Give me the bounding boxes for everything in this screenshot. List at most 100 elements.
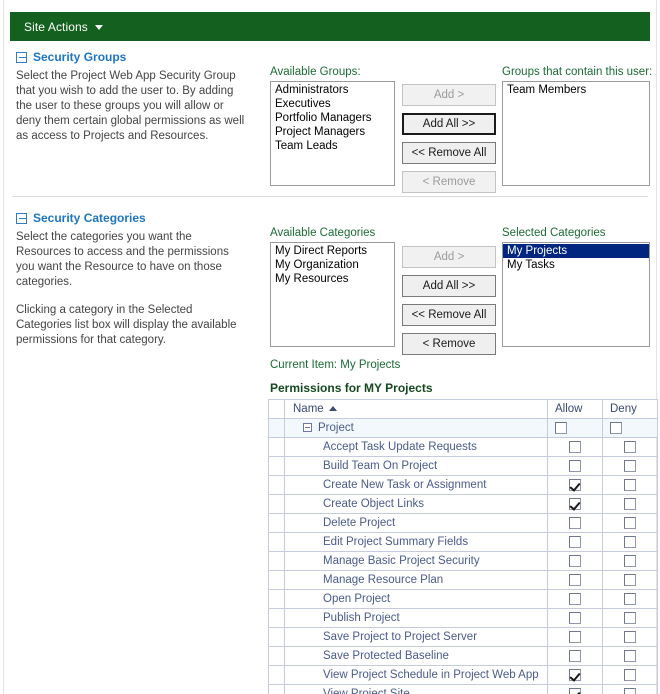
collapse-icon[interactable] [16, 51, 27, 63]
list-item[interactable]: My Direct Reports [273, 244, 394, 258]
checkbox-cell[interactable] [602, 437, 658, 457]
list-item[interactable]: Team Members [505, 83, 649, 97]
checkbox-icon[interactable] [624, 459, 636, 472]
permission-name-cell[interactable]: Create Object Links [284, 494, 548, 514]
checkbox-cell[interactable] [602, 627, 658, 647]
checkbox-icon[interactable] [624, 649, 636, 662]
checkbox-cell[interactable] [602, 589, 658, 609]
checkbox-icon[interactable] [569, 535, 581, 548]
list-item[interactable]: My Tasks [503, 258, 649, 272]
checkbox-cell[interactable] [602, 513, 658, 533]
checkbox-cell[interactable] [602, 551, 658, 571]
permission-name-cell[interactable]: Build Team On Project [284, 456, 548, 476]
checkbox-icon[interactable] [624, 497, 636, 510]
checkbox-icon[interactable] [569, 516, 581, 529]
checkbox-icon[interactable] [624, 554, 636, 567]
permission-name-cell[interactable]: Save Protected Baseline [284, 646, 548, 666]
collapse-icon[interactable] [303, 423, 312, 433]
list-item[interactable]: My Resources [273, 272, 394, 286]
table-row[interactable]: View Project Site [268, 684, 658, 694]
permission-name-cell[interactable]: Save Project to Project Server [284, 627, 548, 647]
add-all-groups-button[interactable]: Add All >> [402, 113, 496, 135]
permission-name-cell[interactable]: Publish Project [284, 608, 548, 628]
checkbox-cell[interactable] [602, 646, 658, 666]
checkbox-icon[interactable] [569, 554, 581, 567]
checkbox-icon[interactable] [569, 478, 581, 491]
permission-name-cell[interactable]: Edit Project Summary Fields [284, 532, 548, 552]
add-all-categories-button[interactable]: Add All >> [402, 275, 496, 297]
permission-name-cell[interactable]: Create New Task or Assignment [284, 475, 548, 495]
table-row[interactable]: Publish Project [268, 608, 658, 628]
table-row[interactable]: Manage Resource Plan [268, 570, 658, 590]
table-row[interactable]: Create Object Links [268, 494, 658, 514]
checkbox-icon[interactable] [569, 649, 581, 662]
checkbox-icon[interactable] [569, 687, 581, 694]
checkbox-cell[interactable] [602, 532, 658, 552]
checkbox-cell[interactable] [547, 475, 603, 495]
checkbox-icon[interactable] [569, 592, 581, 605]
checkbox-cell[interactable] [547, 646, 603, 666]
checkbox-cell[interactable] [602, 570, 658, 590]
table-row[interactable]: View Project Schedule in Project Web App [268, 665, 658, 685]
list-item[interactable]: Project Managers [273, 125, 394, 139]
remove-category-button[interactable]: < Remove [402, 333, 496, 355]
checkbox-icon[interactable] [624, 516, 636, 529]
checkbox-cell[interactable] [547, 589, 603, 609]
checkbox-icon[interactable] [569, 611, 581, 624]
permission-name-cell[interactable]: Manage Resource Plan [284, 570, 548, 590]
checkbox-icon[interactable] [624, 668, 636, 681]
allow-column-header[interactable]: Allow [547, 399, 603, 419]
list-item[interactable]: Administrators [273, 83, 394, 97]
name-column-header[interactable]: Name [284, 399, 548, 419]
checkbox-cell[interactable] [547, 570, 603, 590]
checkbox-icon[interactable] [624, 611, 636, 624]
checkbox-icon[interactable] [555, 421, 567, 434]
group-name-cell[interactable]: Project [284, 418, 548, 438]
group-checkbox-cell[interactable] [547, 418, 603, 438]
checkbox-cell[interactable] [602, 494, 658, 514]
checkbox-icon[interactable] [624, 478, 636, 491]
remove-all-categories-button[interactable]: << Remove All [402, 304, 496, 326]
checkbox-icon[interactable] [624, 592, 636, 605]
list-item[interactable]: Executives [273, 97, 394, 111]
checkbox-icon[interactable] [624, 535, 636, 548]
checkbox-icon[interactable] [624, 687, 636, 694]
checkbox-cell[interactable] [602, 475, 658, 495]
checkbox-cell[interactable] [547, 608, 603, 628]
checkbox-icon[interactable] [569, 668, 581, 681]
checkbox-icon[interactable] [569, 573, 581, 586]
selected-categories-listbox[interactable]: My Projects My Tasks [502, 242, 650, 347]
checkbox-cell[interactable] [602, 665, 658, 685]
list-item[interactable]: Portfolio Managers [273, 111, 394, 125]
checkbox-cell[interactable] [547, 494, 603, 514]
permission-name-cell[interactable]: Open Project [284, 589, 548, 609]
checkbox-cell[interactable] [547, 665, 603, 685]
permission-name-cell[interactable]: Delete Project [284, 513, 548, 533]
list-item[interactable]: Team Leads [273, 139, 394, 153]
groups-containing-user-listbox[interactable]: Team Members [502, 81, 650, 186]
table-row[interactable]: Save Protected Baseline [268, 646, 658, 666]
add-group-button[interactable]: Add > [402, 84, 496, 106]
table-row[interactable]: Create New Task or Assignment [268, 475, 658, 495]
checkbox-icon[interactable] [569, 459, 581, 472]
permission-name-cell[interactable]: View Project Schedule in Project Web App [284, 665, 548, 685]
permission-name-cell[interactable]: Accept Task Update Requests [284, 437, 548, 457]
checkbox-icon[interactable] [569, 630, 581, 643]
checkbox-cell[interactable] [547, 437, 603, 457]
collapse-icon[interactable] [16, 212, 27, 224]
site-actions-menu[interactable]: Site Actions [24, 20, 103, 34]
table-row[interactable]: Edit Project Summary Fields [268, 532, 658, 552]
table-row[interactable]: Delete Project [268, 513, 658, 533]
checkbox-icon[interactable] [569, 497, 581, 510]
table-row[interactable]: Build Team On Project [268, 456, 658, 476]
checkbox-cell[interactable] [547, 532, 603, 552]
add-category-button[interactable]: Add > [402, 246, 496, 268]
checkbox-cell[interactable] [547, 456, 603, 476]
checkbox-icon[interactable] [610, 421, 622, 434]
available-groups-listbox[interactable]: Administrators Executives Portfolio Mana… [270, 81, 395, 186]
group-checkbox-cell[interactable] [602, 418, 658, 438]
checkbox-cell[interactable] [602, 684, 658, 694]
checkbox-icon[interactable] [569, 440, 581, 453]
table-row[interactable]: Accept Task Update Requests [268, 437, 658, 457]
list-item[interactable]: My Organization [273, 258, 394, 272]
